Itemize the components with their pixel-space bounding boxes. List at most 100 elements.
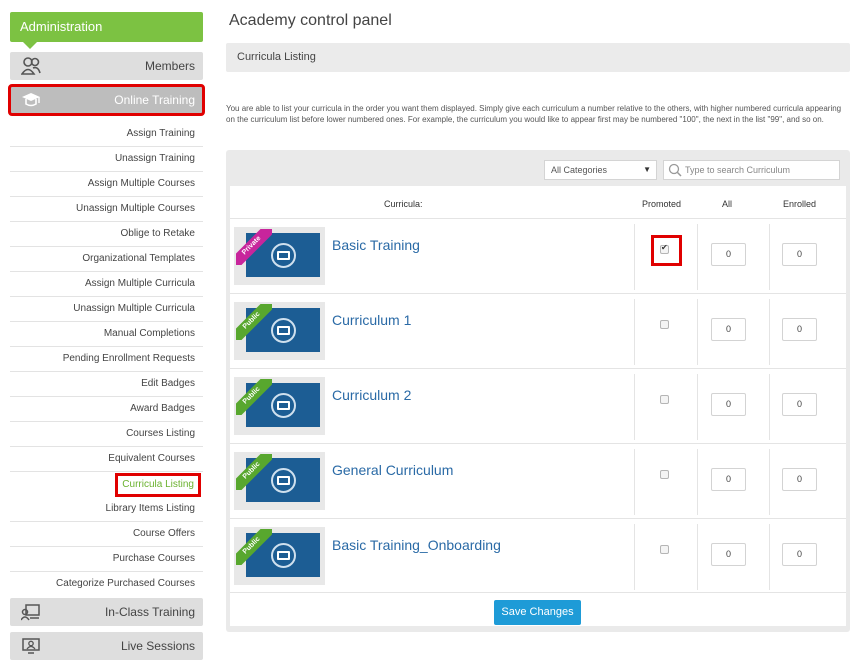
menu-item-courses-listing[interactable]: Courses Listing bbox=[10, 422, 203, 447]
table-row: Public Curriculum 1 0 0 bbox=[230, 293, 846, 368]
column-header-curricula: Curricula: bbox=[384, 199, 423, 209]
section-members-label: Members bbox=[144, 59, 195, 73]
curricula-table: Curricula: Promoted All Enrolled Private… bbox=[230, 186, 846, 626]
divider bbox=[769, 374, 770, 440]
search-placeholder: Type to search Curriculum bbox=[685, 165, 791, 175]
ribbon-label: Public bbox=[236, 379, 272, 415]
divider bbox=[697, 374, 698, 440]
category-select-value: All Categories bbox=[551, 165, 608, 175]
administration-tab[interactable]: Administration bbox=[10, 12, 203, 49]
menu-item-unassign-training[interactable]: Unassign Training bbox=[10, 147, 203, 172]
menu-item-assign-multiple-curricula[interactable]: Assign Multiple Curricula bbox=[10, 272, 203, 297]
visibility-ribbon: Public bbox=[236, 379, 272, 415]
visibility-ribbon: Private bbox=[236, 229, 272, 265]
menu-item-library-items-listing[interactable]: Library Items Listing bbox=[10, 497, 203, 522]
menu-item-course-offers[interactable]: Course Offers bbox=[10, 522, 203, 547]
divider bbox=[769, 524, 770, 590]
section-live-sessions-label: Live Sessions bbox=[120, 639, 195, 653]
search-icon bbox=[668, 163, 682, 177]
listing-header: Curricula Listing bbox=[226, 43, 850, 72]
order-all-input[interactable]: 0 bbox=[711, 243, 746, 266]
divider bbox=[697, 449, 698, 515]
promoted-checkbox[interactable] bbox=[660, 545, 669, 554]
curriculum-thumbnail[interactable]: Public bbox=[234, 377, 325, 435]
column-header-enrolled: Enrolled bbox=[783, 199, 817, 209]
category-select[interactable]: All Categories ▼ bbox=[544, 160, 657, 180]
ribbon-label: Public bbox=[236, 454, 272, 490]
classroom-icon bbox=[21, 604, 40, 621]
menu-item-assign-multiple-courses[interactable]: Assign Multiple Courses bbox=[10, 172, 203, 197]
menu-item-curricula-listing-label: Curricula Listing bbox=[115, 473, 201, 497]
visibility-ribbon: Public bbox=[236, 304, 272, 340]
menu-item-edit-badges[interactable]: Edit Badges bbox=[10, 372, 203, 397]
curriculum-thumbnail[interactable]: Public bbox=[234, 527, 325, 585]
curriculum-thumbnail[interactable]: Public bbox=[234, 452, 325, 510]
section-in-class-training[interactable]: In-Class Training bbox=[10, 598, 203, 626]
save-changes-button[interactable]: Save Changes bbox=[494, 600, 581, 625]
divider bbox=[697, 224, 698, 290]
menu-item-pending-enrollment-requests[interactable]: Pending Enrollment Requests bbox=[10, 347, 203, 372]
curriculum-link[interactable]: Curriculum 1 bbox=[332, 312, 411, 328]
curriculum-thumbnail[interactable]: Public bbox=[234, 302, 325, 360]
divider bbox=[634, 524, 635, 590]
curriculum-thumbnail[interactable]: Private bbox=[234, 227, 325, 285]
menu-item-categorize-purchased-courses[interactable]: Categorize Purchased Courses bbox=[10, 572, 203, 597]
page-title: Academy control panel bbox=[229, 12, 392, 29]
table-row: Public Basic Training_Onboarding 0 0 bbox=[230, 518, 846, 593]
menu-item-award-badges[interactable]: Award Badges bbox=[10, 397, 203, 422]
curricula-panel: All Categories ▼ Type to search Curricul… bbox=[226, 150, 850, 632]
menu-item-oblige-to-retake[interactable]: Oblige to Retake bbox=[10, 222, 203, 247]
promoted-checkbox[interactable] bbox=[660, 470, 669, 479]
ribbon-label: Private bbox=[236, 229, 272, 265]
search-input[interactable]: Type to search Curriculum bbox=[663, 160, 840, 180]
menu-item-equivalent-courses[interactable]: Equivalent Courses bbox=[10, 447, 203, 472]
curriculum-link[interactable]: Basic Training bbox=[332, 237, 420, 253]
order-all-input[interactable]: 0 bbox=[711, 318, 746, 341]
menu-item-unassign-multiple-curricula[interactable]: Unassign Multiple Curricula bbox=[10, 297, 203, 322]
table-row: Private Basic Training 0 0 bbox=[230, 218, 846, 293]
divider bbox=[634, 299, 635, 365]
section-online-training[interactable]: Online Training bbox=[8, 84, 205, 116]
ribbon-label: Public bbox=[236, 529, 272, 565]
menu-item-unassign-multiple-courses[interactable]: Unassign Multiple Courses bbox=[10, 197, 203, 222]
menu-item-purchase-courses[interactable]: Purchase Courses bbox=[10, 547, 203, 572]
divider bbox=[634, 224, 635, 290]
promoted-highlight bbox=[651, 235, 682, 266]
section-members[interactable]: Members bbox=[10, 52, 203, 80]
curriculum-link[interactable]: General Curriculum bbox=[332, 462, 453, 478]
ribbon-label: Public bbox=[236, 304, 272, 340]
order-all-input[interactable]: 0 bbox=[711, 393, 746, 416]
column-header-promoted: Promoted bbox=[642, 199, 682, 209]
divider bbox=[634, 449, 635, 515]
menu-item-manual-completions[interactable]: Manual Completions bbox=[10, 322, 203, 347]
live-session-icon bbox=[22, 638, 40, 654]
visibility-ribbon: Public bbox=[236, 529, 272, 565]
order-all-input[interactable]: 0 bbox=[711, 468, 746, 491]
divider bbox=[697, 524, 698, 590]
order-enrolled-input[interactable]: 0 bbox=[782, 543, 817, 566]
online-training-menu: Assign Training Unassign Training Assign… bbox=[10, 122, 203, 597]
order-enrolled-input[interactable]: 0 bbox=[782, 468, 817, 491]
divider bbox=[769, 449, 770, 515]
menu-item-curricula-listing[interactable]: Curricula Listing bbox=[10, 472, 203, 497]
table-row: Public Curriculum 2 0 0 bbox=[230, 368, 846, 443]
promoted-checkbox[interactable] bbox=[660, 320, 669, 329]
menu-item-organizational-templates[interactable]: Organizational Templates bbox=[10, 247, 203, 272]
section-live-sessions[interactable]: Live Sessions bbox=[10, 632, 203, 660]
caret-down-icon: ▼ bbox=[643, 165, 651, 174]
visibility-ribbon: Public bbox=[236, 454, 272, 490]
order-enrolled-input[interactable]: 0 bbox=[782, 318, 817, 341]
sidebar: Administration Members Online Training A… bbox=[8, 12, 205, 660]
divider bbox=[769, 299, 770, 365]
curriculum-link[interactable]: Curriculum 2 bbox=[332, 387, 411, 403]
order-enrolled-input[interactable]: 0 bbox=[782, 243, 817, 266]
promoted-checkbox[interactable] bbox=[660, 395, 669, 404]
order-enrolled-input[interactable]: 0 bbox=[782, 393, 817, 416]
members-icon bbox=[21, 57, 41, 75]
divider bbox=[634, 374, 635, 440]
order-all-input[interactable]: 0 bbox=[711, 543, 746, 566]
divider bbox=[697, 299, 698, 365]
menu-item-assign-training[interactable]: Assign Training bbox=[10, 122, 203, 147]
divider bbox=[769, 224, 770, 290]
curriculum-link[interactable]: Basic Training_Onboarding bbox=[332, 537, 501, 553]
